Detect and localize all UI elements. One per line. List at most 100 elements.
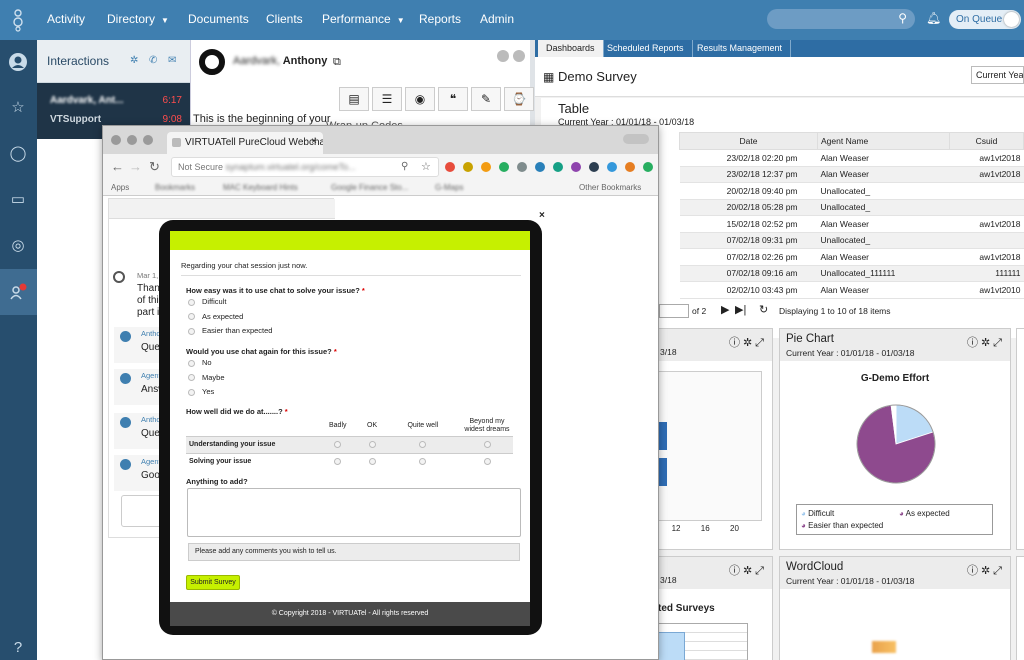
close-survey-icon[interactable]: × <box>539 210 545 221</box>
radio-button[interactable] <box>483 440 491 448</box>
radio-option[interactable]: No <box>188 358 212 367</box>
extension-icon[interactable] <box>589 162 599 172</box>
comments-textarea[interactable] <box>187 488 521 537</box>
bookmark-item[interactable]: Google Finance Sto... <box>331 183 408 192</box>
window-maximize-button[interactable] <box>143 135 153 145</box>
nav-item[interactable]: Activity <box>47 12 85 26</box>
user-avatar-icon[interactable] <box>8 52 28 72</box>
radio-button[interactable] <box>188 313 195 321</box>
table-row[interactable]: 20/02/18 05:28 pm Unallocated_ <box>679 199 1024 216</box>
bookmark-item[interactable]: MAC Keyboard Hints <box>223 183 298 192</box>
submit-survey-button[interactable]: Submit Survey <box>186 575 240 590</box>
phone-icon[interactable]: ✆ <box>149 55 157 66</box>
profile-button[interactable]: ◉ <box>405 87 435 111</box>
column-header-csuid[interactable]: Csuid <box>949 132 1024 150</box>
tab-results-management[interactable]: Results Management <box>689 40 792 57</box>
extension-icon[interactable] <box>643 162 653 172</box>
column-header-agent-name[interactable]: Agent Name <box>817 132 950 150</box>
extension-icon[interactable] <box>571 162 581 172</box>
reload-icon[interactable]: ↻ <box>149 159 160 175</box>
table-row[interactable]: 07/02/18 09:31 pm Unallocated_ <box>679 232 1024 249</box>
tab-close-icon[interactable]: × <box>311 136 317 147</box>
star-icon[interactable]: ☆ <box>8 98 28 118</box>
radio-option[interactable]: As expected <box>188 312 243 321</box>
radio-button[interactable] <box>368 458 376 466</box>
table-row[interactable]: 20/02/18 09:40 pm Unallocated_ <box>679 182 1024 200</box>
table-row[interactable]: 23/02/18 02:20 pm Alan Weaser aw1vt2018 <box>679 149 1024 167</box>
card-actions[interactable]: ⓘ✲⤢ <box>967 562 1005 578</box>
extension-icon[interactable] <box>625 162 635 172</box>
extension-icon[interactable] <box>517 162 527 172</box>
next-page-icon[interactable]: ▶ <box>721 303 729 316</box>
quote-button[interactable]: ❝ <box>438 87 468 111</box>
radio-button[interactable] <box>419 440 427 448</box>
radio-button[interactable] <box>419 458 427 466</box>
browser-tab[interactable]: VIRTUATell PureCloud Webcha × <box>167 132 323 154</box>
video-icon[interactable]: ▭ <box>8 190 28 210</box>
previous-icon[interactable] <box>497 50 509 62</box>
forward-arrow-icon[interactable]: → <box>129 159 142 174</box>
address-bar[interactable]: Not Secure synaptum.virtuatel.org/comeTo… <box>171 157 439 177</box>
extension-icon[interactable] <box>553 162 563 172</box>
back-arrow-icon[interactable]: ← <box>111 159 124 174</box>
nav-item[interactable]: Admin <box>480 12 514 26</box>
radio-button[interactable] <box>368 440 376 448</box>
radio-option[interactable]: Yes <box>188 387 214 396</box>
refresh-icon[interactable]: ↻ <box>759 303 768 316</box>
nav-item[interactable]: Directory ▼ <box>107 12 169 26</box>
table-row[interactable]: 02/02/10 03:43 pm Alan Weaser aw1vt2010 <box>679 281 1024 299</box>
column-header-date[interactable]: Date <box>679 132 818 150</box>
extension-icon[interactable] <box>499 162 509 172</box>
radio-button[interactable] <box>188 327 195 335</box>
nav-item[interactable]: Documents <box>188 12 249 26</box>
app-logo-icon[interactable] <box>8 8 28 32</box>
interactions-user-icon[interactable] <box>8 282 28 302</box>
card-actions[interactable]: ⓘ✲⤢ <box>729 562 767 578</box>
chat-bubble-icon[interactable]: ◯ <box>8 144 28 164</box>
bookmark-item[interactable]: G-Maps <box>435 183 463 192</box>
zoom-icon[interactable]: ⚲ <box>401 161 408 172</box>
extension-icon[interactable] <box>445 162 455 172</box>
radio-button[interactable] <box>334 458 342 466</box>
help-icon[interactable]: ? <box>8 638 28 658</box>
radio-button[interactable] <box>188 298 195 306</box>
notification-bell-icon[interactable]: 🔔︎ <box>926 11 941 25</box>
contact-card-button[interactable]: ☰ <box>372 87 402 111</box>
bookmark-apps[interactable]: Apps <box>111 183 129 192</box>
window-close-button[interactable] <box>111 135 121 145</box>
window-minimize-button[interactable] <box>127 135 137 145</box>
radio-option[interactable]: Difficult <box>188 297 226 306</box>
radio-button[interactable] <box>334 440 342 448</box>
script-tool-button[interactable]: ▤ <box>339 87 369 111</box>
tab-scheduled-reports[interactable]: Scheduled Reports <box>599 40 693 57</box>
edit-button[interactable]: ✎ <box>471 87 501 111</box>
card-actions[interactable]: ⓘ✲⤢ <box>729 334 767 350</box>
radio-button[interactable] <box>188 388 195 396</box>
nav-item[interactable]: Reports <box>419 12 461 26</box>
extension-icon[interactable] <box>607 162 617 172</box>
settings-gear-icon[interactable]: ✲ <box>130 55 138 66</box>
extension-icon[interactable] <box>481 162 491 172</box>
copy-icon[interactable]: ⧉ <box>333 56 341 69</box>
bookmark-star-icon[interactable]: ☆ <box>421 160 431 173</box>
schedule-button[interactable]: ⌚ <box>504 87 534 111</box>
last-page-icon[interactable]: ▶| <box>735 303 746 316</box>
bookmark-other[interactable]: Other Bookmarks <box>579 183 641 192</box>
radio-button[interactable] <box>188 374 195 382</box>
card-actions[interactable]: ⓘ✲⤢ <box>967 334 1005 350</box>
next-icon[interactable] <box>513 50 525 62</box>
nav-item[interactable]: Clients <box>266 12 303 26</box>
page-number-input[interactable] <box>659 304 689 318</box>
range-select[interactable]: Current Year <box>971 66 1024 84</box>
table-row[interactable]: 23/02/18 12:37 pm Alan Weaser aw1vt2018 <box>679 166 1024 183</box>
search-input[interactable]: ⚲ <box>767 9 915 29</box>
extension-icon[interactable] <box>535 162 545 172</box>
radio-option[interactable]: Maybe <box>188 373 225 382</box>
extension-icon[interactable] <box>463 162 473 172</box>
radio-button[interactable] <box>483 458 491 466</box>
tab-dashboards[interactable]: Dashboards <box>538 40 604 57</box>
table-row[interactable]: 07/02/18 09:16 am Unallocated_111111 11111… <box>679 265 1024 282</box>
on-queue-toggle[interactable]: On Queue <box>949 10 1021 29</box>
mail-icon[interactable]: ✉ <box>168 55 176 66</box>
radio-option[interactable]: Easier than expected <box>188 326 272 335</box>
